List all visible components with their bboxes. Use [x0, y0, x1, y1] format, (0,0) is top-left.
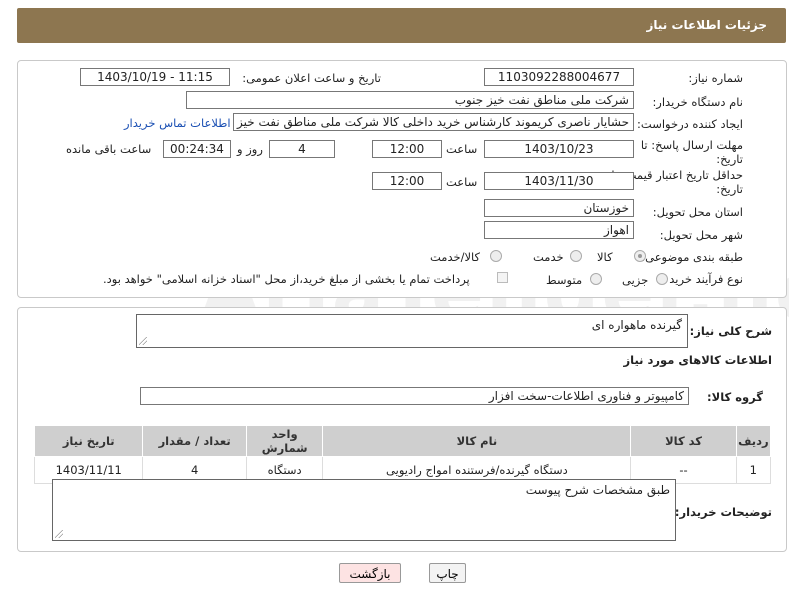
need-number-field: 1103092288004677	[484, 68, 634, 86]
buyer-notes-field: طبق مشخصات شرح پیوست	[52, 479, 676, 541]
buyer-notes-label: توضیحات خریدار:	[674, 505, 772, 519]
description-label: شرح کلی نیاز:	[689, 324, 772, 338]
reply-time-field: 12:00	[372, 140, 442, 158]
province-label: استان محل تحویل:	[652, 205, 743, 219]
reply-deadline-label-2: تاریخ:	[716, 152, 743, 166]
buyer-contact-link[interactable]: اطلاعات تماس خریدار	[124, 116, 231, 130]
category-radio-goods-service[interactable]	[490, 250, 502, 262]
requester-label: ایجاد کننده درخواست:	[637, 117, 743, 131]
category-label: طبقه بندی موضوعی:	[641, 250, 743, 264]
reply-date-field: 1403/10/23	[484, 140, 634, 158]
category-radio-service[interactable]	[570, 250, 582, 262]
description-text: گیرنده ماهواره ای	[591, 318, 682, 332]
validity-time-label: ساعت	[446, 175, 478, 189]
buyer-org-label: نام دستگاه خریدار:	[652, 95, 743, 109]
col-goods-code: کد کالا	[630, 425, 737, 457]
city-label: شهر محل تحویل:	[659, 228, 743, 242]
back-button[interactable]: بازگشت	[339, 563, 401, 583]
goods-group-field: کامپیوتر و فناوری اطلاعات-سخت افزار	[140, 387, 689, 405]
col-need-date: تاریخ نیاز	[33, 425, 144, 457]
buyer-notes-text: طبق مشخصات شرح پیوست	[525, 483, 670, 497]
description-field: گیرنده ماهواره ای	[136, 314, 688, 348]
reply-deadline-label: مهلت ارسال پاسخ: تا	[640, 138, 743, 152]
announce-date-label: تاریخ و ساعت اعلان عمومی:	[242, 71, 381, 85]
col-row-number: ردیف	[735, 425, 772, 457]
validity-time-field: 12:00	[372, 172, 442, 190]
category-radio-goods[interactable]	[634, 250, 646, 262]
col-goods-name: نام کالا	[322, 425, 632, 457]
remaining-time-label: ساعت باقی مانده	[66, 142, 152, 156]
days-label: روز و	[237, 142, 263, 156]
price-validity-label-2: تاریخ:	[716, 182, 743, 196]
treasury-payment-checkbox[interactable]	[497, 272, 508, 283]
process-option-minor: جزیی	[622, 273, 649, 287]
goods-table: ردیف کد کالا نام کالا واحد شمارش تعداد /…	[33, 425, 772, 484]
resize-grip-icon[interactable]	[139, 337, 147, 345]
goods-group-label: گروه کالا:	[707, 390, 763, 404]
category-option-goods-service: کالا/خدمت	[430, 250, 481, 264]
remaining-time-field: 00:24:34	[163, 140, 231, 158]
requester-field: حشایار ناصری کریموند کارشناس خرید داخلی …	[233, 113, 634, 131]
announce-date-field: 1403/10/19 - 11:15	[80, 68, 230, 86]
process-option-medium: متوسط	[546, 273, 583, 287]
buyer-org-field: شرکت ملی مناطق نفت خیز جنوب	[186, 91, 634, 109]
category-option-goods: کالا	[597, 250, 613, 264]
remaining-days-field: 4	[269, 140, 335, 158]
treasury-payment-note: پرداخت تمام یا بخشی از مبلغ خرید،از محل …	[103, 272, 470, 286]
print-button[interactable]: چاپ	[429, 563, 466, 583]
goods-table-header: ردیف کد کالا نام کالا واحد شمارش تعداد /…	[33, 425, 772, 457]
page-title: جزئیات اطلاعات نیاز	[646, 18, 767, 32]
reply-time-label: ساعت	[446, 142, 478, 156]
province-field: خوزستان	[484, 199, 634, 217]
process-radio-medium[interactable]	[590, 273, 602, 285]
validity-date-field: 1403/11/30	[484, 172, 634, 190]
page-header: جزئیات اطلاعات نیاز	[17, 8, 786, 43]
col-unit: واحد شمارش	[245, 425, 324, 457]
category-option-service: خدمت	[533, 250, 564, 264]
need-number-label: شماره نیاز:	[688, 71, 743, 85]
cell-row-number: 1	[735, 456, 772, 484]
process-type-label: نوع فرآیند خرید :	[661, 272, 743, 286]
col-quantity: تعداد / مقدار	[142, 425, 247, 457]
goods-section-title: اطلاعات کالاهای مورد نیاز	[623, 353, 772, 367]
city-field: اهواز	[484, 221, 634, 239]
process-radio-minor[interactable]	[656, 273, 668, 285]
resize-grip-icon[interactable]	[55, 530, 63, 538]
